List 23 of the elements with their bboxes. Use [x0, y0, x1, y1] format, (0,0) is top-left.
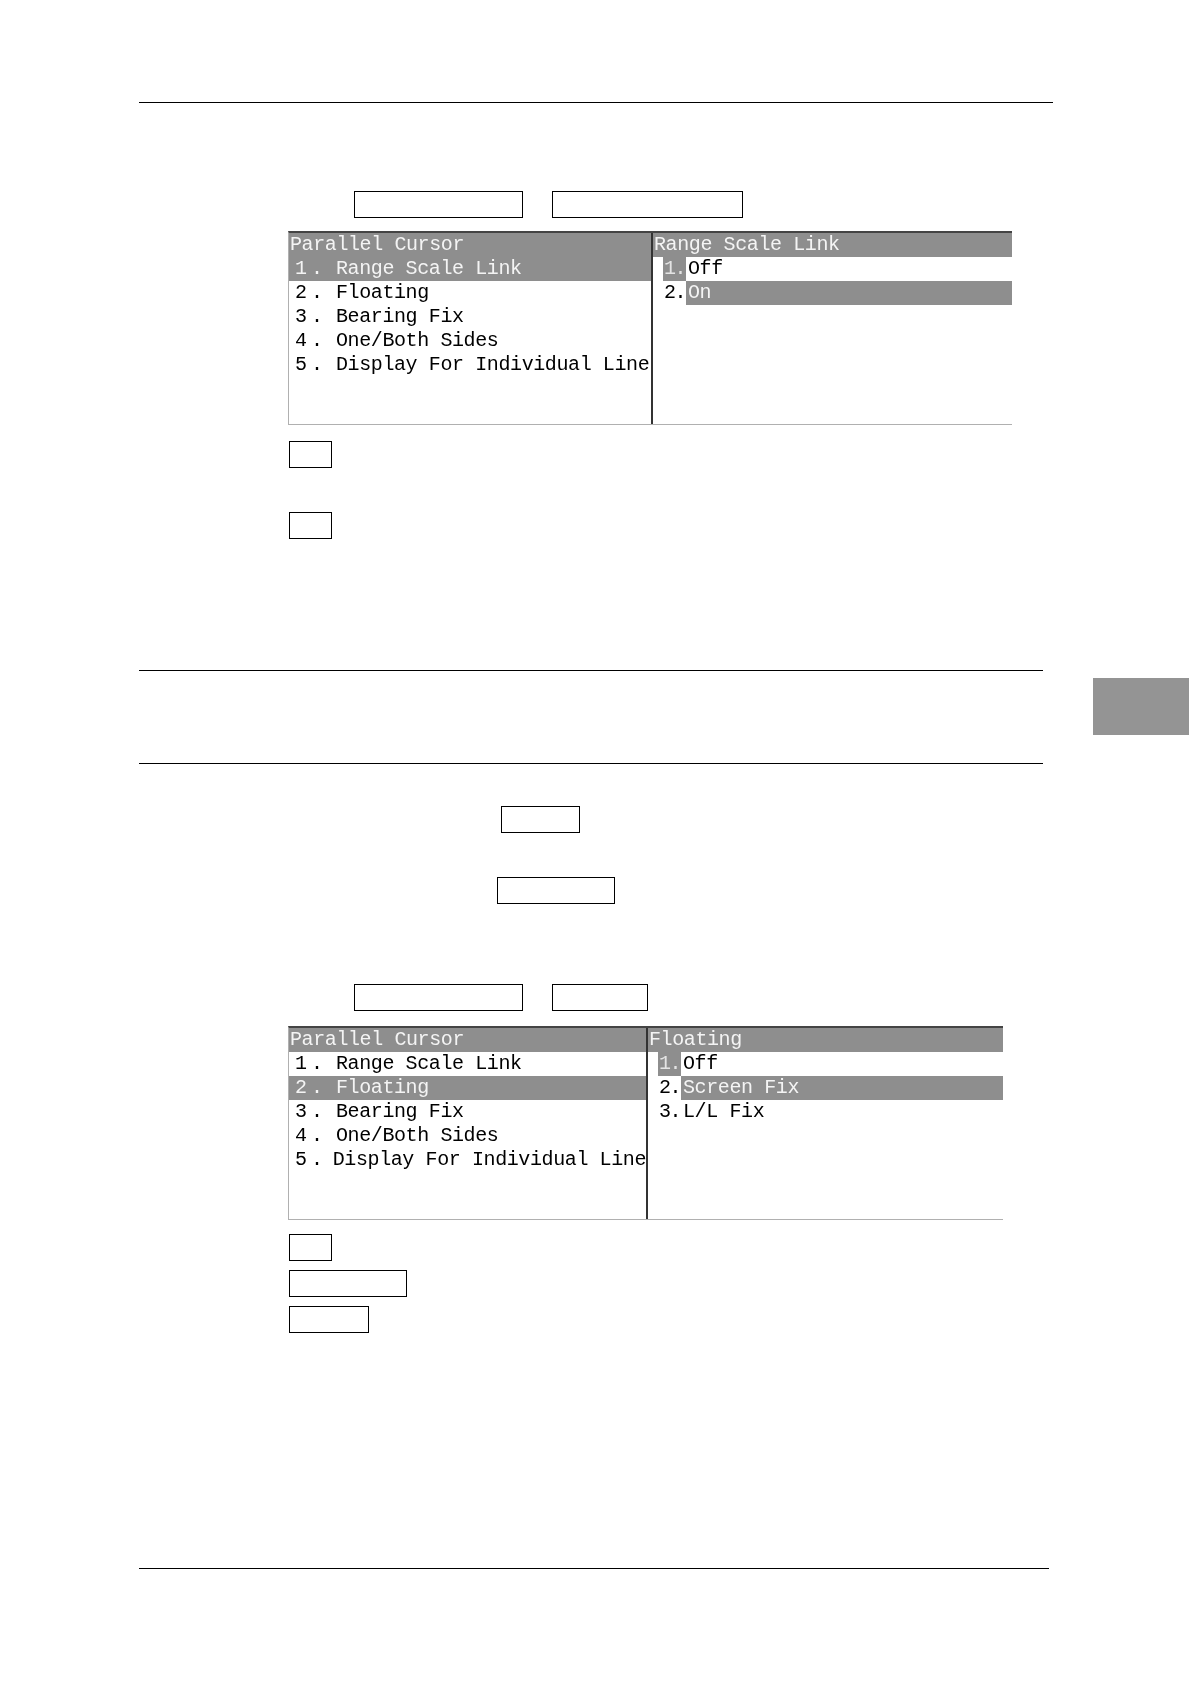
option-number: 1.: [663, 257, 686, 281]
menu-title: Floating: [648, 1028, 1003, 1052]
menu-title: Parallel Cursor: [289, 1028, 646, 1052]
menu-item[interactable]: 3. Bearing Fix: [289, 1100, 646, 1124]
menu-item[interactable]: 4. One/Both Sides: [289, 1124, 646, 1148]
empty-frame: [289, 512, 332, 539]
menu-item[interactable]: 2. Floating: [289, 281, 651, 305]
menu-title: Range Scale Link: [653, 233, 1012, 257]
menu-option[interactable]: L/L Fix: [681, 1100, 1003, 1124]
menu-option[interactable]: Off: [681, 1052, 1003, 1076]
menu-item[interactable]: 5. Display For Individual Line: [289, 353, 651, 377]
menu-title: Parallel Cursor: [289, 233, 651, 257]
option-number: 2.: [663, 281, 686, 305]
menu-item[interactable]: 5. Display For Individual Line: [289, 1148, 646, 1172]
menu-item[interactable]: 1. Range Scale Link: [289, 1052, 646, 1076]
empty-frame: [289, 1234, 332, 1261]
menu-item[interactable]: 4. One/Both Sides: [289, 329, 651, 353]
empty-frame: [289, 441, 332, 468]
menu-item[interactable]: 3. Bearing Fix: [289, 305, 651, 329]
option-number: 1.: [658, 1052, 681, 1076]
menu-option[interactable]: Off: [686, 257, 1012, 281]
option-number: 3.: [658, 1100, 681, 1124]
option-number: 2.: [658, 1076, 681, 1100]
